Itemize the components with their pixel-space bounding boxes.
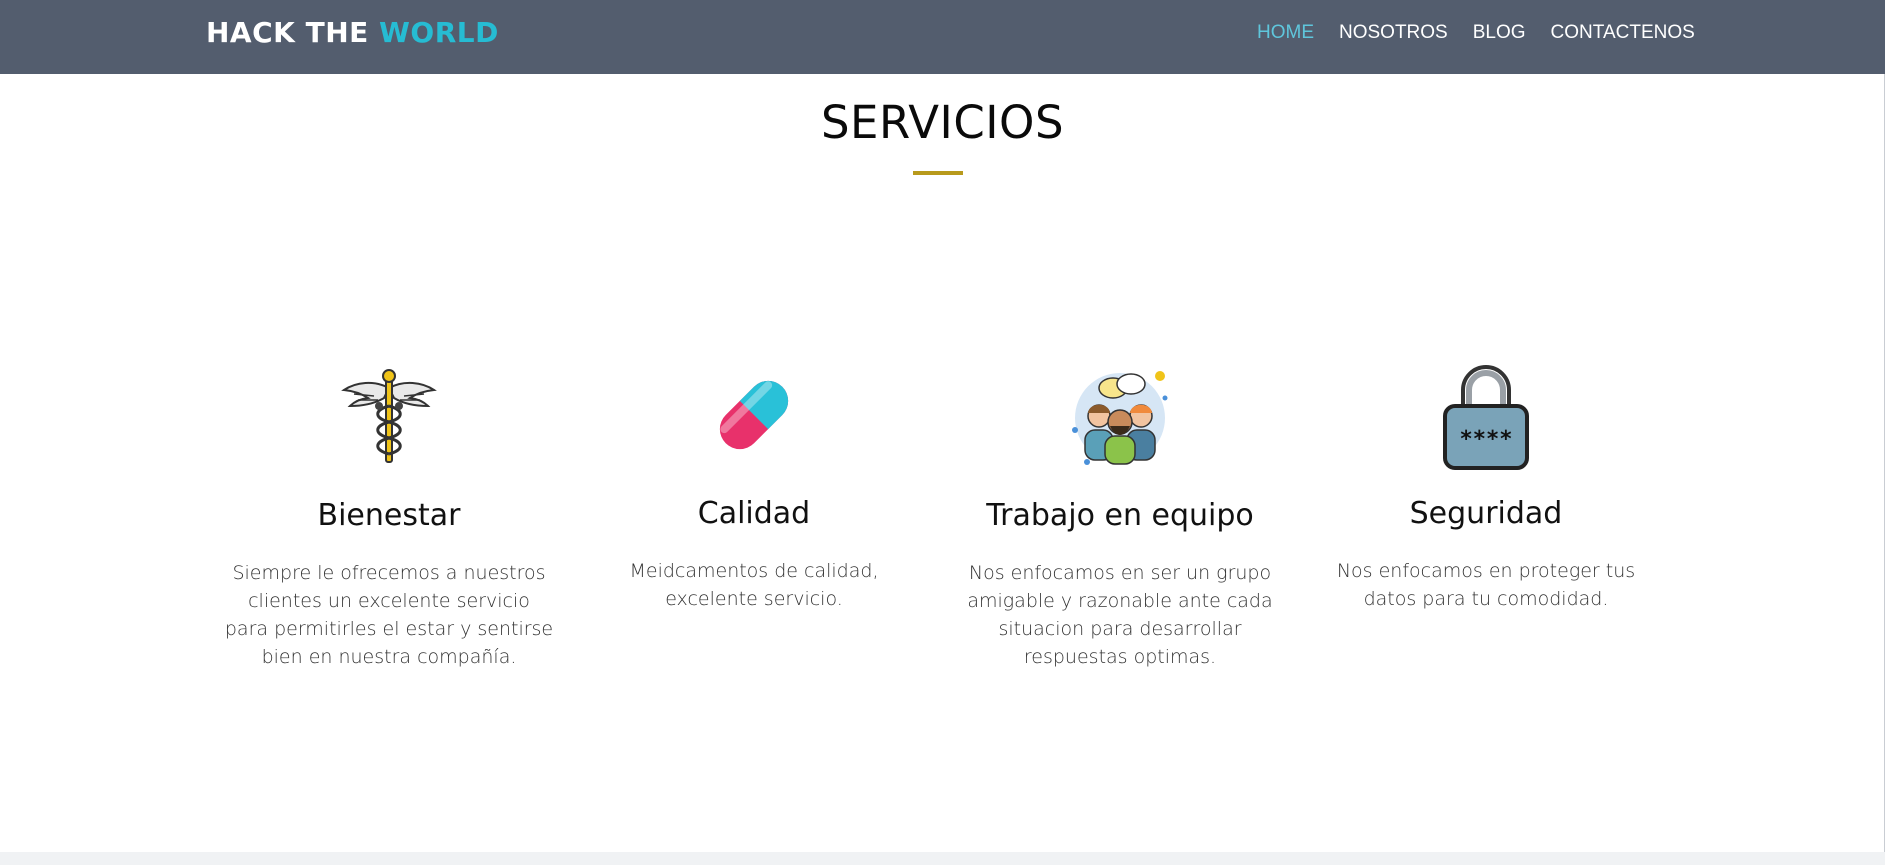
caduceus-icon [341,369,437,463]
card-description: Meidcamentos de calidad, excelente servi… [629,560,879,610]
padlock-icon: **** [1443,365,1529,470]
nav-blog-link[interactable]: BLOG [1473,22,1526,44]
card-title: Calidad [697,496,811,531]
title-underline [913,171,963,175]
pill-icon [719,380,789,450]
service-card-bienestar: Bienestar Siempre le ofrecemos a nuestro… [219,358,559,671]
card-title: Seguridad [1409,496,1563,531]
brand-text-main: HACK THE [206,16,369,49]
card-title: Trabajo en equipo [986,498,1254,533]
svg-text:****: **** [1460,427,1513,452]
service-card-calidad: Calidad Meidcamentos de calidad, excelen… [584,360,924,613]
main-nav: HOME NOSOTROS BLOG CONTACTENOS [1257,22,1695,44]
service-card-seguridad: **** Seguridad Nos enfocamos en proteger… [1316,360,1656,613]
team-icon [1072,371,1168,465]
page: HACK THE WORLD HOME NOSOTROS BLOG CONTAC… [0,0,1885,865]
nav-nosotros-link[interactable]: NOSOTROS [1339,22,1448,44]
nav-contactenos-link[interactable]: CONTACTENOS [1551,22,1695,44]
next-section-band [0,852,1885,865]
card-title: Bienestar [317,498,461,533]
brand-text-accent: WORLD [379,16,499,49]
brand-logo[interactable]: HACK THE WORLD [206,16,499,49]
card-description: Nos enfocamos en ser un grupo amigable y… [967,562,1273,668]
card-description: Siempre le ofrecemos a nuestros clientes… [224,562,554,668]
service-card-trabajo-en-equipo: Trabajo en equipo Nos enfocamos en ser u… [950,358,1290,671]
card-description: Nos enfocamos en proteger tus datos para… [1336,560,1636,610]
section-title: SERVICIOS [820,96,1065,149]
nav-home-link[interactable]: HOME [1257,22,1314,44]
top-navbar: HACK THE WORLD HOME NOSOTROS BLOG CONTAC… [0,0,1885,74]
